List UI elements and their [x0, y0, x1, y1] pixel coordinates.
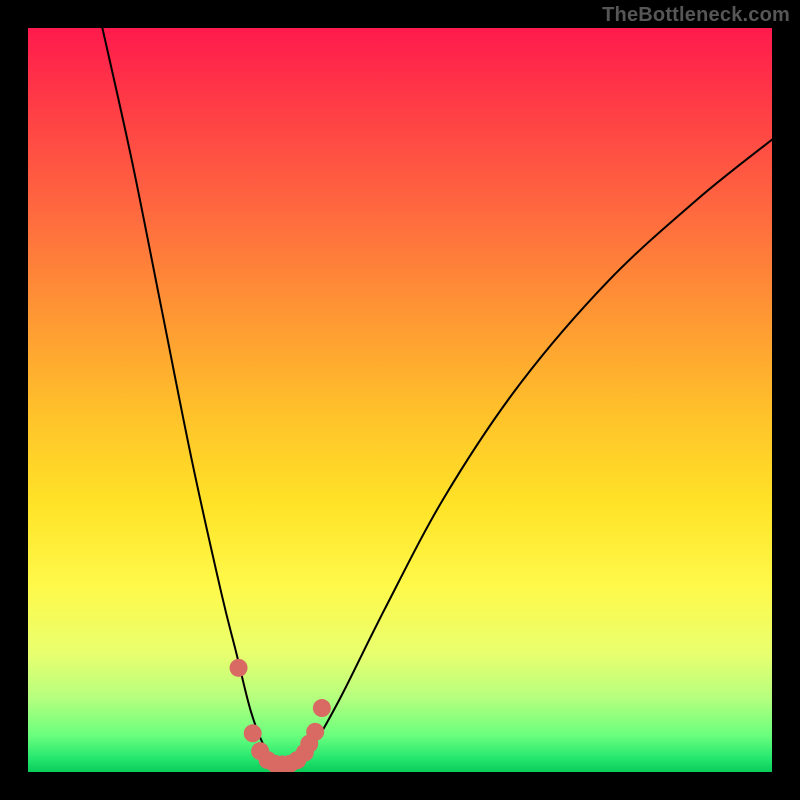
highlight-dot: [244, 724, 262, 742]
chart-frame: TheBottleneck.com: [0, 0, 800, 800]
highlight-dots-group: [230, 659, 331, 772]
plot-area: [28, 28, 772, 772]
highlight-dot: [230, 659, 248, 677]
watermark-text: TheBottleneck.com: [602, 4, 790, 27]
highlight-dot: [306, 723, 324, 741]
curve-svg: [28, 28, 772, 772]
highlight-dot: [313, 699, 331, 717]
bottleneck-curve-path: [102, 28, 772, 766]
